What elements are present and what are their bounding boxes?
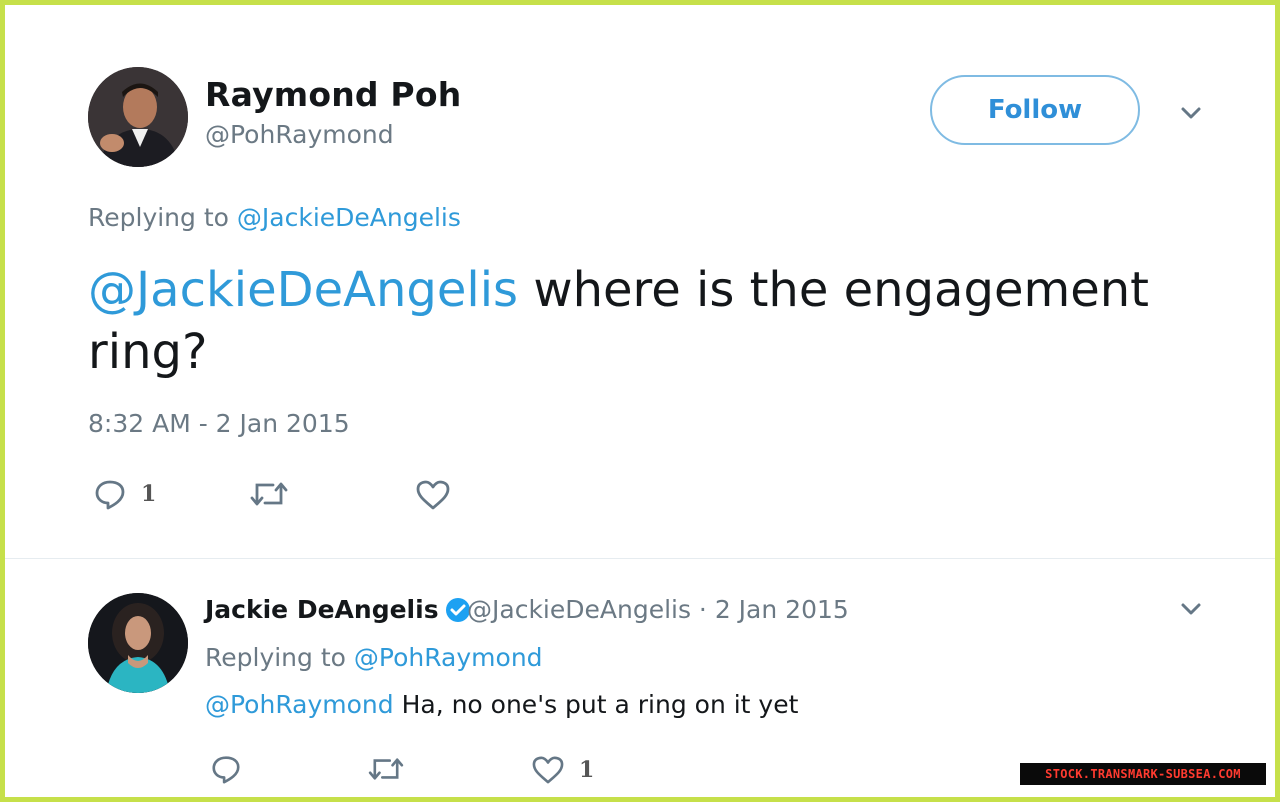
reply-icon bbox=[212, 756, 240, 784]
reply-like-button[interactable]: 1 bbox=[531, 755, 594, 785]
reply-avatar[interactable] bbox=[88, 593, 188, 693]
reply-body: Ha, no one's put a ring on it yet bbox=[393, 690, 799, 719]
retweet-icon bbox=[250, 482, 288, 506]
chevron-down-icon[interactable] bbox=[1177, 99, 1205, 127]
tweet-text: @JackieDeAngelis where is the engagement… bbox=[88, 259, 1208, 383]
reply-meta[interactable]: @JackieDeAngelis · 2 Jan 2015 bbox=[467, 595, 849, 624]
author-name[interactable]: Raymond Poh bbox=[205, 75, 461, 114]
retweet-button[interactable] bbox=[249, 479, 289, 509]
replying-to: Replying to @JackieDeAngelis bbox=[88, 203, 461, 232]
like-count: 1 bbox=[579, 757, 595, 783]
retweet-icon bbox=[368, 758, 404, 780]
author-handle[interactable]: @PohRaymond bbox=[205, 120, 394, 149]
replying-prefix: Replying to bbox=[88, 203, 229, 232]
reply-text: @PohRaymond Ha, no one's put a ring on i… bbox=[205, 690, 798, 719]
reply-reply-button[interactable] bbox=[210, 753, 242, 785]
reply-count: 1 bbox=[141, 481, 157, 507]
reply-mention-link[interactable]: @PohRaymond bbox=[205, 690, 394, 719]
avatar[interactable] bbox=[88, 67, 188, 167]
reply-replying-to: Replying to @PohRaymond bbox=[205, 643, 543, 672]
follow-button[interactable]: Follow bbox=[930, 75, 1140, 145]
reply-author[interactable]: Jackie DeAngelis bbox=[205, 595, 471, 624]
chevron-down-icon[interactable] bbox=[1177, 595, 1205, 623]
reply-replying-prefix: Replying to bbox=[205, 643, 346, 672]
reply-retweet-button[interactable] bbox=[367, 755, 405, 783]
reply-replying-handle-link[interactable]: @PohRaymond bbox=[354, 643, 543, 672]
reply-icon bbox=[95, 480, 125, 510]
reply-button[interactable]: 1 bbox=[93, 477, 156, 511]
replying-handle-link[interactable]: @JackieDeAngelis bbox=[237, 203, 461, 232]
like-button[interactable] bbox=[415, 479, 451, 511]
like-icon bbox=[416, 480, 450, 510]
reply-author-name[interactable]: Jackie DeAngelis bbox=[205, 595, 439, 624]
divider bbox=[5, 558, 1275, 559]
like-icon bbox=[532, 756, 564, 784]
tweet-card: Raymond Poh @PohRaymond Follow Replying … bbox=[5, 5, 1275, 797]
watermark: STOCK.TRANSMARK-SUBSEA.COM bbox=[1020, 763, 1266, 785]
tweet-timestamp[interactable]: 8:32 AM - 2 Jan 2015 bbox=[88, 409, 350, 438]
mention-link[interactable]: @JackieDeAngelis bbox=[88, 262, 518, 318]
